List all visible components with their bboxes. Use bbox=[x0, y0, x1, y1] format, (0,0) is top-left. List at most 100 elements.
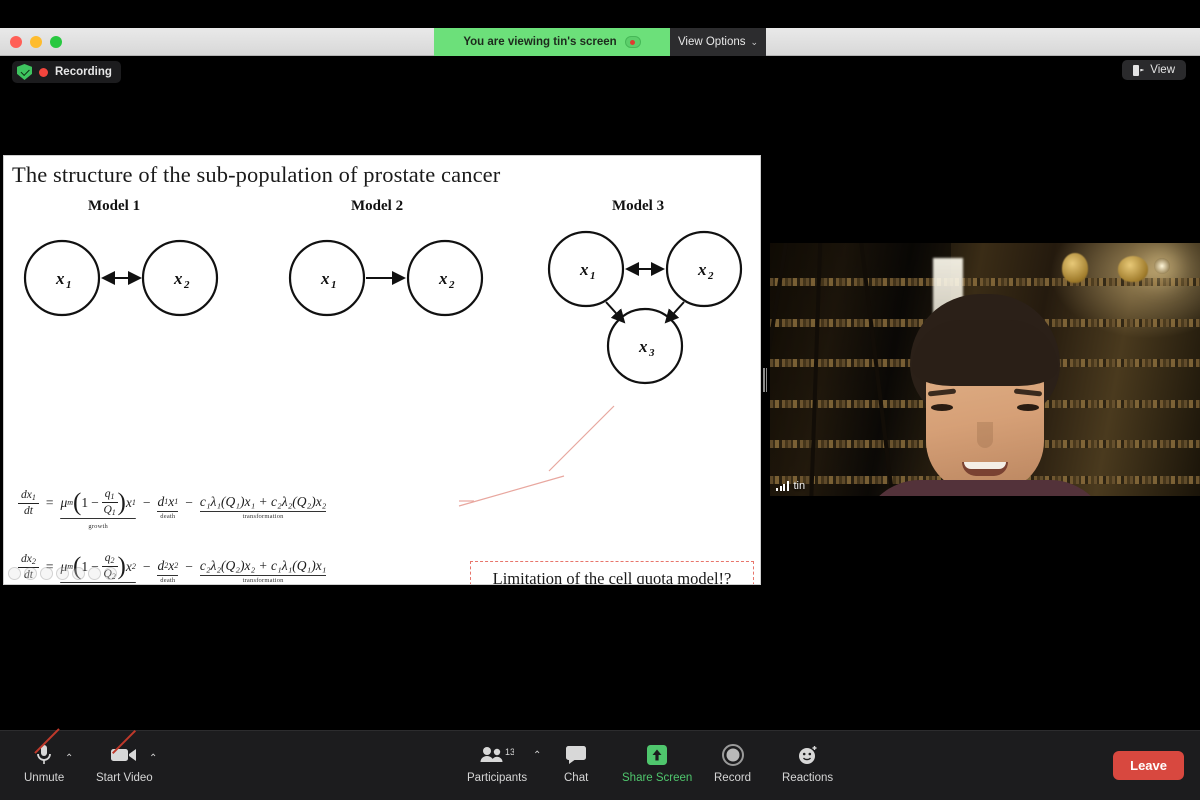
slide-annotation-toolbar[interactable] bbox=[8, 567, 117, 580]
eq2-transformation-label: transformation bbox=[242, 576, 284, 584]
signal-strength-icon bbox=[776, 481, 789, 491]
model-3-label: Model 3 bbox=[612, 198, 665, 214]
svg-text:1: 1 bbox=[331, 279, 337, 291]
window-title-bar: You are viewing tin's screen View Option… bbox=[0, 28, 1200, 56]
record-dot-icon bbox=[39, 67, 48, 77]
svg-text:x: x bbox=[320, 269, 330, 288]
svg-text:x: x bbox=[173, 269, 183, 288]
window-traffic-lights bbox=[0, 35, 62, 48]
annotation-tool-7-icon[interactable] bbox=[104, 567, 117, 580]
ceiling-lamp bbox=[1153, 258, 1170, 275]
svg-text:2: 2 bbox=[448, 279, 455, 291]
annotation-tool-5-icon[interactable] bbox=[72, 567, 85, 580]
participants-label: Participants bbox=[467, 772, 528, 784]
unmute-button[interactable]: Unmute bbox=[24, 728, 65, 784]
recording-label: Recording bbox=[55, 66, 112, 78]
microphone-muted-icon bbox=[34, 728, 60, 767]
limitation-callout-box: Limitation of the cell quota model!? bbox=[470, 561, 754, 585]
annotation-tool-6-icon[interactable] bbox=[88, 567, 101, 580]
limitation-callout-text: Limitation of the cell quota model!? bbox=[492, 568, 732, 585]
svg-text:2: 2 bbox=[707, 270, 714, 282]
eq1-transformation-label: transformation bbox=[242, 512, 284, 520]
equation-dx1-dt: dx1 dt = μm ( 1 − q1 Q1 ) x1 growth − d … bbox=[18, 488, 327, 530]
eq1-lhs: dx1 dt bbox=[18, 489, 39, 517]
eq2-minus-2: − bbox=[185, 558, 193, 574]
svg-text:1: 1 bbox=[66, 279, 72, 291]
svg-text:2: 2 bbox=[183, 279, 190, 291]
chat-label: Chat bbox=[564, 772, 589, 784]
eq1-death-term: d1x1 death bbox=[157, 493, 179, 520]
audio-options-chevron-icon[interactable]: ⌃ bbox=[65, 753, 73, 764]
panel-resize-handle[interactable] bbox=[763, 368, 768, 392]
annotation-tool-3-icon[interactable] bbox=[40, 567, 53, 580]
participant-name-badge: tin bbox=[776, 480, 805, 492]
meeting-controls-toolbar: Unmute ⌃ Start Video ⌃ 13 Participants ⌃… bbox=[0, 728, 1200, 800]
maximize-window-button[interactable] bbox=[50, 35, 62, 48]
svg-text:x: x bbox=[55, 269, 65, 288]
eq2-death-label: death bbox=[160, 576, 176, 584]
participant-video-tile[interactable]: tin bbox=[770, 243, 1200, 496]
eq1-minus-1: − bbox=[142, 494, 151, 510]
eq1-growth-label: growth bbox=[88, 522, 108, 530]
participants-icon: 13 bbox=[480, 743, 514, 767]
recording-indicator-icon bbox=[624, 36, 641, 48]
annotation-tool-2-icon[interactable] bbox=[24, 567, 37, 580]
view-options-button[interactable]: View Options ⌄ bbox=[670, 28, 766, 56]
video-muted-icon bbox=[110, 729, 138, 767]
annotation-tool-4-icon[interactable] bbox=[56, 567, 69, 580]
eq2-death-term: d2x2 death bbox=[157, 557, 179, 584]
svg-text:x: x bbox=[438, 269, 448, 288]
participants-chevron-icon[interactable]: ⌃ bbox=[533, 750, 541, 761]
screen-share-banner: You are viewing tin's screen bbox=[434, 28, 670, 56]
record-label: Record bbox=[714, 772, 752, 784]
leave-button[interactable]: Leave bbox=[1113, 751, 1184, 780]
record-icon bbox=[721, 743, 744, 767]
chevron-down-icon: ⌄ bbox=[750, 36, 759, 47]
layout-view-icon bbox=[1133, 64, 1145, 76]
eq1-equals: = bbox=[45, 494, 54, 510]
share-screen-icon bbox=[646, 743, 668, 767]
model-1-label: Model 1 bbox=[88, 198, 141, 214]
video-options-chevron-icon[interactable]: ⌃ bbox=[149, 753, 157, 764]
encryption-shield-icon bbox=[17, 64, 32, 80]
shared-screen-slide[interactable]: The structure of the sub-population of p… bbox=[3, 155, 761, 585]
unmute-label: Unmute bbox=[24, 772, 65, 784]
eq1-transformation-term: c₁λ₁(Q₁)x₁ + c₂λ₂(Q₂)x₂ transformation bbox=[199, 493, 327, 520]
participant-name-label: tin bbox=[793, 480, 806, 492]
participant-portrait bbox=[860, 293, 1110, 496]
reactions-icon bbox=[797, 743, 819, 767]
chat-button[interactable]: Chat bbox=[564, 743, 588, 784]
reactions-button[interactable]: Reactions bbox=[782, 743, 833, 784]
annotation-tool-1-icon[interactable] bbox=[8, 567, 21, 580]
svg-text:x: x bbox=[579, 260, 589, 279]
share-screen-label: Share Screen bbox=[622, 772, 693, 784]
eq2-transformation-term: c₂λ₂(Q₂)x₂ + c₁λ₁(Q₁)x₁ transformation bbox=[199, 557, 327, 584]
slide-title: The structure of the sub-population of p… bbox=[12, 162, 501, 187]
eq1-death-label: death bbox=[160, 512, 176, 520]
chat-icon bbox=[565, 743, 587, 767]
reactions-label: Reactions bbox=[782, 772, 834, 784]
top-overlay-bar: Recording View bbox=[0, 56, 1200, 90]
minimize-window-button[interactable] bbox=[30, 35, 42, 48]
svg-text:x: x bbox=[638, 337, 648, 356]
svg-text:x: x bbox=[697, 260, 707, 279]
svg-text:13: 13 bbox=[505, 747, 514, 757]
start-video-button[interactable]: Start Video bbox=[96, 729, 153, 784]
eq1-growth-term: μm ( 1 − q1 Q1 ) x1 growth bbox=[60, 488, 136, 530]
start-video-label: Start Video bbox=[96, 772, 153, 784]
zoom-meeting-window: You are viewing tin's screen View Option… bbox=[0, 0, 1200, 800]
eq2-minus-1: − bbox=[142, 558, 151, 574]
screen-share-banner-label: You are viewing tin's screen bbox=[463, 36, 617, 48]
svg-text:1: 1 bbox=[590, 270, 596, 282]
close-window-button[interactable] bbox=[10, 35, 22, 48]
participants-button[interactable]: 13 Participants bbox=[467, 743, 527, 784]
svg-text:3: 3 bbox=[648, 347, 655, 359]
view-options-label: View Options bbox=[677, 36, 746, 48]
recording-status-pill[interactable]: Recording bbox=[12, 61, 121, 83]
model-2-label: Model 2 bbox=[351, 198, 404, 214]
record-button[interactable]: Record bbox=[714, 743, 751, 784]
eq1-minus-2: − bbox=[185, 494, 193, 510]
view-layout-button[interactable]: View bbox=[1122, 60, 1186, 80]
view-button-label: View bbox=[1150, 64, 1175, 76]
share-screen-button[interactable]: Share Screen bbox=[622, 743, 692, 784]
